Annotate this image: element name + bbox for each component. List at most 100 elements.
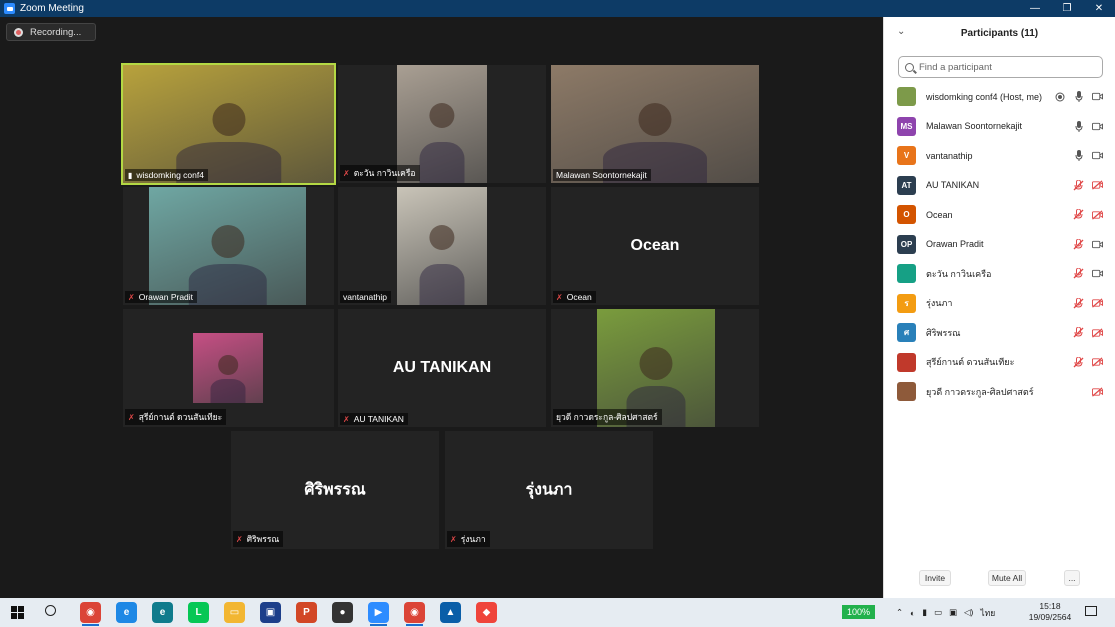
video-tile[interactable]: AU TANIKAN ✗ AU TANIKAN	[338, 309, 546, 427]
anydesk-icon[interactable]: ◆	[476, 602, 497, 623]
person-body	[188, 263, 267, 305]
language-indicator[interactable]: ไทย	[980, 606, 995, 620]
mic-icon[interactable]	[1073, 120, 1084, 132]
video-tile[interactable]: ศิริพรรณ ✗ ศิริพรรณ	[231, 431, 439, 549]
video-tile[interactable]: ยุวดี กาวดระกูล-ศิลปศาสตร์	[551, 309, 759, 427]
screen-recorder-icon[interactable]: ▣	[260, 602, 281, 623]
mic-muted-icon[interactable]	[1073, 179, 1084, 191]
chrome-2-icon[interactable]: ◉	[404, 602, 425, 626]
camera-icon[interactable]	[1092, 268, 1103, 279]
mic-muted-icon[interactable]	[1073, 297, 1084, 309]
participant-name: vantanathip	[926, 150, 973, 161]
minimize-button[interactable]: —	[1019, 0, 1051, 17]
clock[interactable]: 15:18 19/09/2564	[1026, 601, 1074, 623]
recording-indicator[interactable]: Recording...	[6, 23, 96, 41]
battery-icon[interactable]: ▭	[934, 607, 942, 618]
invite-button[interactable]: Invite	[919, 570, 951, 586]
video-tile[interactable]: Ocean ✗ Ocean	[551, 187, 759, 305]
participant-row[interactable]: AT AU TANIKAN	[884, 171, 1115, 201]
participant-row[interactable]: ตะวัน กาวินเครือ	[884, 259, 1115, 289]
camera-icon[interactable]	[1092, 239, 1103, 250]
close-button[interactable]: ✕	[1083, 0, 1115, 17]
zoom-icon[interactable]: ▶	[368, 602, 389, 626]
person-silhouette	[218, 355, 238, 375]
camera-icon[interactable]	[1092, 121, 1103, 132]
microphone-icon[interactable]: ▮	[922, 607, 927, 618]
recording-icon	[1054, 91, 1065, 102]
tile-name-label: ✗ สุรีย์กานต์ ดวนสันเทียะ	[125, 409, 227, 425]
person-silhouette	[210, 224, 245, 258]
participant-list: wisdomking conf4 (Host, me) MS Malawan Soo…	[884, 82, 1115, 407]
search-icon[interactable]	[45, 605, 56, 616]
network-icon[interactable]: ▣	[949, 607, 957, 618]
person-silhouette	[429, 224, 455, 250]
muted-mic-icon: ✗	[556, 292, 563, 302]
tile-name-label: ✗ Ocean	[553, 291, 596, 303]
avatar	[897, 264, 916, 284]
explorer-icon[interactable]: ▭	[224, 602, 245, 623]
mic-muted-icon[interactable]	[1073, 209, 1084, 220]
avatar: O	[897, 205, 916, 225]
powerpoint-icon[interactable]: P	[296, 602, 317, 623]
photos-icon[interactable]: ▲	[440, 602, 461, 623]
video-tile[interactable]: รุ่งนภา ✗ รุ่งนภา	[445, 431, 653, 549]
participant-row[interactable]: ร รุ่งนภา	[884, 289, 1115, 319]
muted-mic-icon: ✗	[128, 412, 135, 422]
search-input[interactable]	[919, 61, 1089, 73]
participant-name: Orawan Pradit	[926, 239, 984, 250]
chevron-down-icon[interactable]: ⌄	[897, 26, 905, 37]
muted-mic-icon: ✗	[343, 414, 350, 424]
mic-muted-icon[interactable]	[1073, 268, 1084, 279]
more-button[interactable]: ...	[1064, 570, 1080, 586]
mic-muted-icon[interactable]	[1073, 356, 1084, 368]
participant-row[interactable]: ยุวดี กาวดระกูล-ศิลปศาสตร์	[884, 377, 1115, 407]
video-tile[interactable]: vantanathip	[338, 187, 546, 305]
video-tile[interactable]: Malawan Soontornekajit	[551, 65, 759, 183]
participant-row[interactable]: สุรีย์กานต์ ดวนสันเทียะ	[884, 348, 1115, 378]
participant-row[interactable]: Vvantanathip	[884, 141, 1115, 171]
tile-name-label: ✗ รุ่งนภา	[447, 531, 490, 547]
participant-row[interactable]: MS Malawan Soontornekajit	[884, 112, 1115, 142]
participant-row[interactable]: wisdomking conf4 (Host, me)	[884, 82, 1115, 112]
video-tile[interactable]: ▮ wisdomking conf4	[121, 63, 336, 185]
tile-name-text: vantanathip	[343, 292, 387, 302]
windows-start-icon[interactable]	[11, 606, 24, 619]
camera-off-icon[interactable]	[1092, 298, 1103, 309]
muted-mic-icon: ✗	[343, 168, 350, 178]
notification-icon[interactable]	[1085, 606, 1097, 616]
volume-icon[interactable]: ◁)	[964, 607, 973, 618]
participant-row[interactable]: O Ocean	[884, 200, 1115, 230]
line-icon[interactable]: L	[188, 602, 209, 623]
camera-icon[interactable]	[1092, 150, 1103, 161]
camera-off-icon[interactable]	[1092, 386, 1103, 397]
edge-icon[interactable]: e	[152, 602, 173, 623]
mic-muted-icon[interactable]	[1073, 327, 1084, 338]
camera-off-icon[interactable]	[1092, 180, 1103, 191]
participant-search[interactable]	[898, 56, 1103, 78]
participant-name: Malawan Soontornekajit	[926, 121, 1023, 132]
tile-name-text: ยุวดี กาวดระกูล-ศิลปศาสตร์	[556, 412, 658, 422]
obs-icon[interactable]: ●	[332, 602, 353, 623]
camera-off-icon[interactable]	[1092, 327, 1103, 338]
tile-display-name: รุ่งนภา	[525, 481, 573, 499]
mic-icon[interactable]	[1073, 150, 1084, 162]
video-tile[interactable]: ✗ Orawan Pradit	[123, 187, 334, 305]
mic-icon[interactable]	[1073, 91, 1084, 103]
restore-button[interactable]: ❐	[1051, 0, 1083, 17]
camera-off-icon[interactable]	[1092, 209, 1103, 220]
participant-row[interactable]: OP Orawan Pradit	[884, 230, 1115, 260]
camera-off-icon[interactable]	[1092, 357, 1103, 368]
tile-name-text: AU TANIKAN	[353, 414, 404, 424]
participant-video	[193, 333, 263, 403]
mic-muted-icon[interactable]	[1073, 238, 1084, 250]
video-tile[interactable]: ✗ สุรีย์กานต์ ดวนสันเทียะ	[123, 309, 334, 427]
chrome-icon[interactable]: ◉	[80, 602, 101, 626]
mute-all-button[interactable]: Mute All	[988, 570, 1026, 586]
people-icon[interactable]: ◐	[910, 608, 915, 618]
participant-row[interactable]: ศ ศิริพรรณ	[884, 318, 1115, 348]
tile-name-text: สุรีย์กานต์ ดวนสันเทียะ	[138, 412, 223, 422]
video-tile[interactable]: ✗ ตะวัน กาวินเครือ	[338, 65, 546, 183]
camera-icon[interactable]	[1092, 91, 1103, 102]
chevron-up-icon[interactable]: ⌃	[896, 607, 903, 618]
ie-icon[interactable]: e	[116, 602, 137, 623]
